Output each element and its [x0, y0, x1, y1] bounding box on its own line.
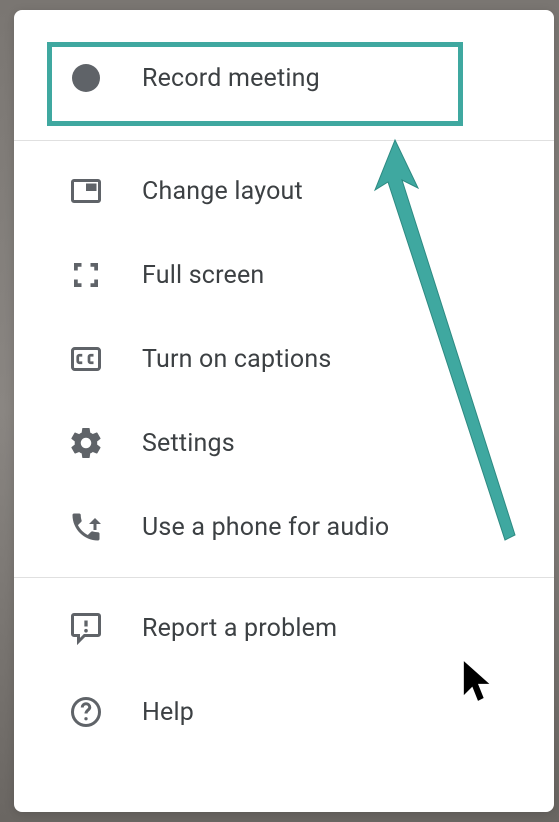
report-problem-item[interactable]: Report a problem: [14, 586, 554, 670]
help-label: Help: [142, 698, 194, 727]
record-meeting-item[interactable]: Record meeting: [14, 36, 554, 120]
layout-icon: [64, 169, 108, 213]
use-phone-audio-item[interactable]: Use a phone for audio: [14, 485, 554, 569]
record-meeting-label: Record meeting: [142, 64, 320, 93]
use-phone-audio-label: Use a phone for audio: [142, 513, 389, 542]
report-problem-label: Report a problem: [142, 614, 337, 643]
change-layout-label: Change layout: [142, 177, 303, 206]
gear-icon: [64, 421, 108, 465]
change-layout-item[interactable]: Change layout: [14, 149, 554, 233]
full-screen-item[interactable]: Full screen: [14, 233, 554, 317]
menu-section-help: Report a problem Help: [14, 578, 554, 762]
phone-forward-icon: [64, 505, 108, 549]
turn-on-captions-item[interactable]: Turn on captions: [14, 317, 554, 401]
options-menu-panel: Record meeting Change layout Full screen: [14, 10, 554, 812]
record-icon: [64, 56, 108, 100]
help-icon: [64, 690, 108, 734]
settings-item[interactable]: Settings: [14, 401, 554, 485]
settings-label: Settings: [142, 429, 235, 458]
menu-section-record: Record meeting: [14, 10, 554, 140]
feedback-icon: [64, 606, 108, 650]
help-item[interactable]: Help: [14, 670, 554, 754]
fullscreen-icon: [64, 253, 108, 297]
menu-section-main: Change layout Full screen Turn on captio…: [14, 141, 554, 577]
full-screen-label: Full screen: [142, 261, 264, 290]
captions-icon: [64, 337, 108, 381]
turn-on-captions-label: Turn on captions: [142, 345, 331, 374]
